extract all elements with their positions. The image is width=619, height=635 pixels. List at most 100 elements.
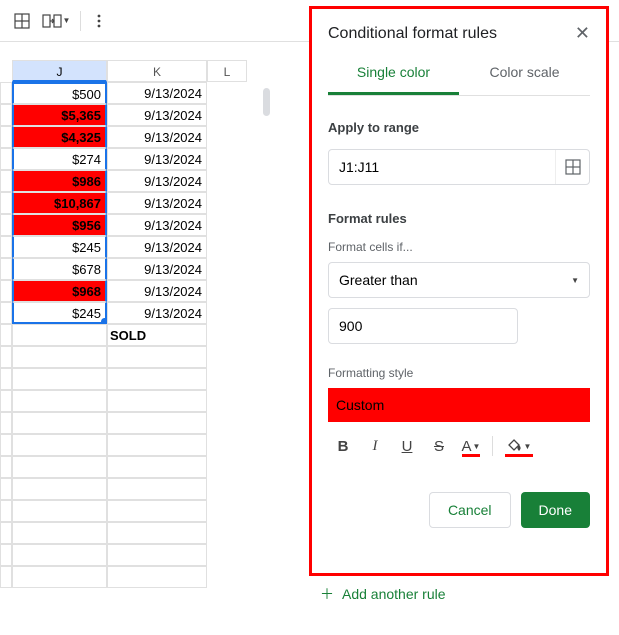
- row-header[interactable]: [0, 434, 12, 456]
- cell-k[interactable]: 9/13/2024: [107, 148, 207, 170]
- cell-l[interactable]: [207, 324, 247, 346]
- cell-l[interactable]: [207, 478, 247, 500]
- cell-empty[interactable]: [107, 412, 207, 434]
- row-header[interactable]: [0, 456, 12, 478]
- row-header[interactable]: [0, 82, 12, 104]
- cell-l[interactable]: [207, 82, 247, 104]
- cell-l[interactable]: [207, 126, 247, 148]
- cell-l[interactable]: [207, 104, 247, 126]
- condition-select[interactable]: Greater than ▼: [328, 262, 590, 298]
- row-header[interactable]: [0, 566, 12, 588]
- text-color-button[interactable]: A▼: [456, 431, 486, 461]
- row-header[interactable]: [0, 126, 12, 148]
- borders-icon[interactable]: [8, 7, 36, 35]
- cell-empty[interactable]: [107, 368, 207, 390]
- cell-empty[interactable]: [107, 522, 207, 544]
- cell-k[interactable]: 9/13/2024: [107, 236, 207, 258]
- cell-empty[interactable]: [12, 478, 107, 500]
- row-header[interactable]: [0, 522, 12, 544]
- row-header[interactable]: [0, 390, 12, 412]
- cell-l[interactable]: [207, 280, 247, 302]
- cell-empty[interactable]: [12, 566, 107, 588]
- cell-j[interactable]: $678: [12, 258, 107, 280]
- cell-l[interactable]: [207, 148, 247, 170]
- strikethrough-button[interactable]: S: [424, 431, 454, 461]
- cell-j[interactable]: $245: [12, 302, 107, 324]
- cell-l[interactable]: [207, 500, 247, 522]
- cell-l[interactable]: [207, 302, 247, 324]
- italic-button[interactable]: I: [360, 431, 390, 461]
- cell-j[interactable]: $5,365: [12, 104, 107, 126]
- cell-l[interactable]: [207, 390, 247, 412]
- spreadsheet[interactable]: JKL$5009/13/2024$5,3659/13/2024$4,3259/1…: [0, 42, 262, 635]
- cell-empty[interactable]: [107, 456, 207, 478]
- cell-j[interactable]: $4,325: [12, 126, 107, 148]
- cell-l[interactable]: [207, 434, 247, 456]
- cell-empty[interactable]: [107, 544, 207, 566]
- row-header[interactable]: [0, 412, 12, 434]
- cell-j[interactable]: $500: [12, 82, 107, 104]
- cell-k[interactable]: 9/13/2024: [107, 280, 207, 302]
- cell-l[interactable]: [207, 214, 247, 236]
- select-range-icon[interactable]: [555, 150, 589, 184]
- column-header-l[interactable]: L: [207, 60, 247, 82]
- cell-j[interactable]: $986: [12, 170, 107, 192]
- cell-empty[interactable]: [12, 412, 107, 434]
- row-header[interactable]: [0, 302, 12, 324]
- row-header[interactable]: [0, 368, 12, 390]
- row-header[interactable]: [0, 258, 12, 280]
- cell-k[interactable]: 9/13/2024: [107, 126, 207, 148]
- cell-j[interactable]: $956: [12, 214, 107, 236]
- cell-l[interactable]: [207, 192, 247, 214]
- cell-empty[interactable]: [12, 456, 107, 478]
- cell-empty[interactable]: [107, 346, 207, 368]
- row-header[interactable]: [0, 236, 12, 258]
- cell-k[interactable]: 9/13/2024: [107, 302, 207, 324]
- underline-button[interactable]: U: [392, 431, 422, 461]
- tab-color-scale[interactable]: Color scale: [459, 64, 590, 95]
- cell-l[interactable]: [207, 456, 247, 478]
- more-icon[interactable]: [85, 7, 113, 35]
- row-header[interactable]: [0, 478, 12, 500]
- cell-j[interactable]: $10,867: [12, 192, 107, 214]
- cell-l[interactable]: [207, 170, 247, 192]
- cell-k[interactable]: 9/13/2024: [107, 214, 207, 236]
- cell-j[interactable]: $274: [12, 148, 107, 170]
- fill-color-button[interactable]: ▼: [499, 431, 539, 461]
- cell-empty[interactable]: [12, 434, 107, 456]
- cell-empty[interactable]: [12, 544, 107, 566]
- cell-l[interactable]: [207, 566, 247, 588]
- row-header[interactable]: [0, 148, 12, 170]
- cell-l[interactable]: [207, 258, 247, 280]
- cell-l[interactable]: [207, 544, 247, 566]
- cell-l[interactable]: [207, 522, 247, 544]
- cell-l[interactable]: [207, 346, 247, 368]
- cell-empty[interactable]: [12, 368, 107, 390]
- row-header[interactable]: [0, 324, 12, 346]
- cell-k[interactable]: 9/13/2024: [107, 104, 207, 126]
- cell-sold[interactable]: SOLD: [107, 324, 207, 346]
- cell-empty[interactable]: [12, 390, 107, 412]
- cell-k[interactable]: 9/13/2024: [107, 170, 207, 192]
- row-header[interactable]: [0, 544, 12, 566]
- cell-empty[interactable]: [107, 566, 207, 588]
- cell-l[interactable]: [207, 412, 247, 434]
- cell-empty[interactable]: [107, 478, 207, 500]
- cell-l[interactable]: [207, 236, 247, 258]
- done-button[interactable]: Done: [521, 492, 590, 528]
- row-header[interactable]: [0, 214, 12, 236]
- cell-l[interactable]: [207, 368, 247, 390]
- cancel-button[interactable]: Cancel: [429, 492, 511, 528]
- merge-cells-icon[interactable]: ▼: [36, 7, 76, 35]
- cell-empty[interactable]: [12, 346, 107, 368]
- cell-empty[interactable]: [107, 434, 207, 456]
- cell-k[interactable]: 9/13/2024: [107, 258, 207, 280]
- cell-empty[interactable]: [107, 500, 207, 522]
- row-header[interactable]: [0, 500, 12, 522]
- column-header-j[interactable]: J: [12, 60, 107, 82]
- row-header[interactable]: [0, 280, 12, 302]
- scrollbar-thumb[interactable]: [263, 88, 270, 116]
- row-header[interactable]: [0, 104, 12, 126]
- threshold-input[interactable]: [328, 308, 518, 344]
- close-icon[interactable]: ✕: [575, 23, 590, 44]
